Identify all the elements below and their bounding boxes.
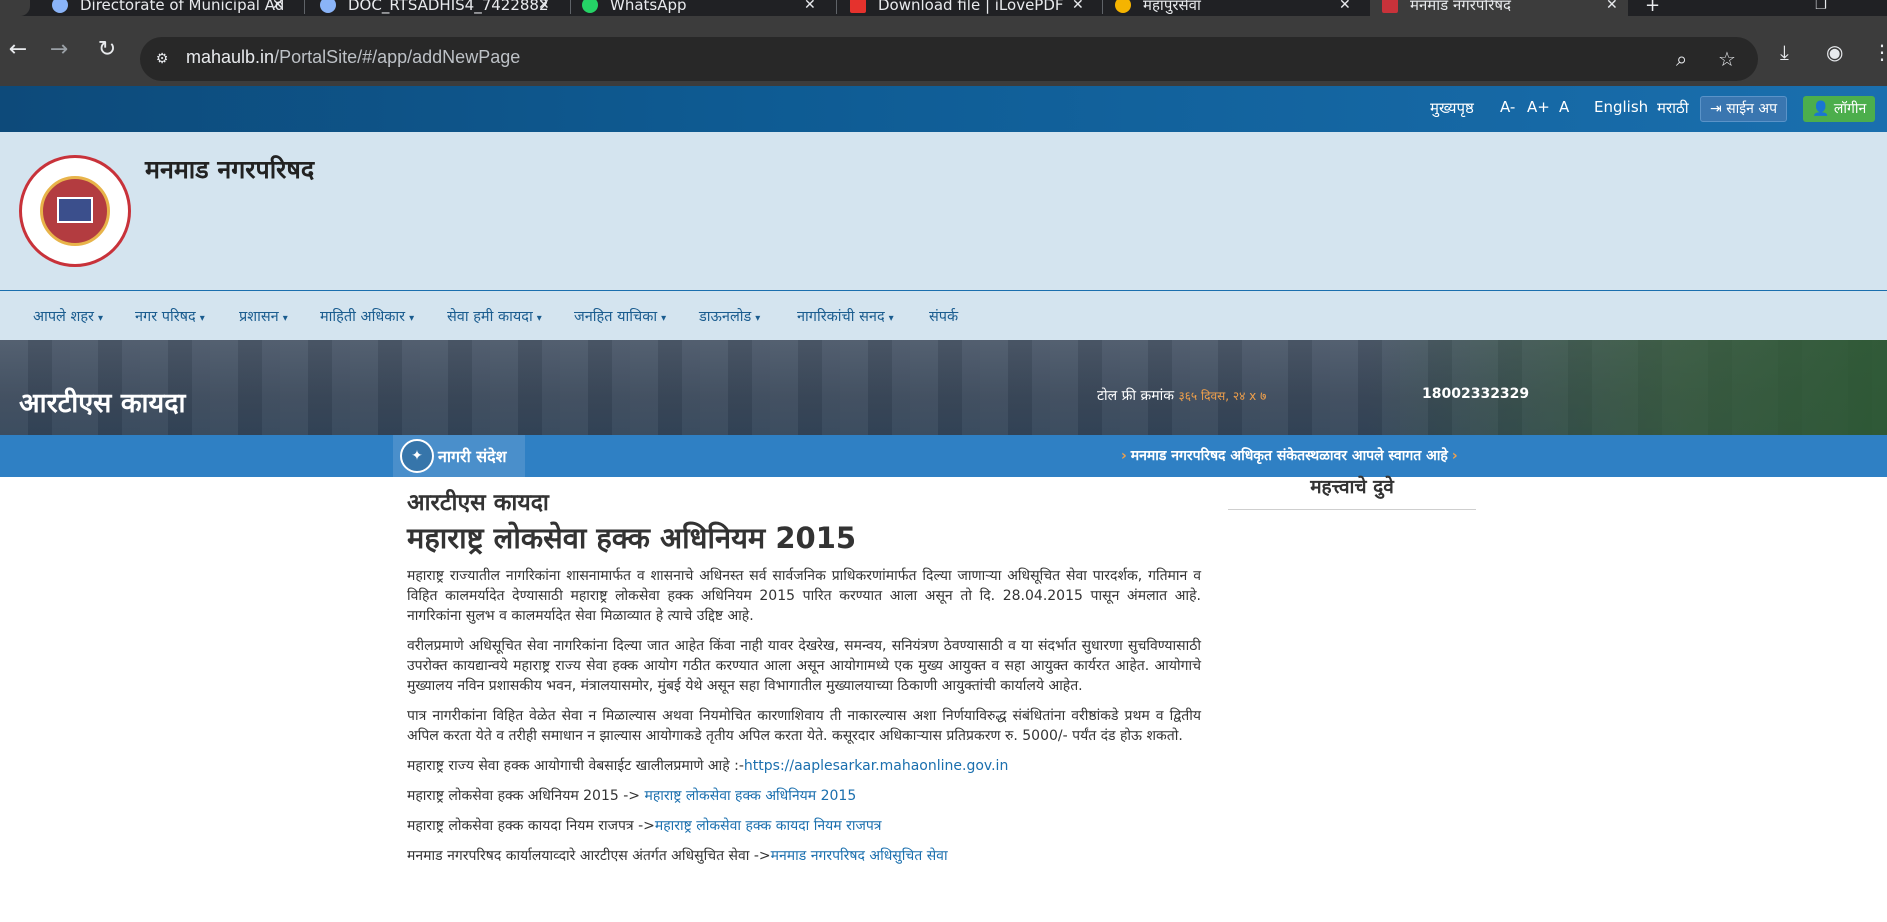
browser-tab-active[interactable]: मनमाड नगरपरिषद ✕ bbox=[1370, 0, 1628, 16]
tollfree-label: टोल फ्री क्रमांक ३६५ दिवस, २४ x ७ bbox=[1097, 388, 1267, 404]
sidebar-title: महत्त्वाचे दुवे bbox=[1228, 473, 1476, 510]
nagari-sandesh-label: ✦ नागरी संदेश bbox=[393, 435, 525, 477]
plus-icon: + bbox=[1645, 0, 1661, 16]
nav-item-samparka[interactable]: संपर्क bbox=[929, 306, 958, 326]
content-heading: आरटीएस कायदा bbox=[407, 490, 549, 516]
news-ticker: ✦ नागरी संदेश › मनमाड नगरपरिषद अधिकृत संक… bbox=[0, 435, 1887, 477]
megaphone-icon: ✦ bbox=[400, 439, 434, 473]
arrow-left-icon: ← bbox=[8, 37, 28, 62]
caret-down-icon: ▾ bbox=[98, 313, 104, 324]
browser-tab-3[interactable]: WhatsApp ✕ bbox=[582, 0, 822, 16]
whatsapp-icon bbox=[582, 0, 598, 13]
caret-down-icon: ▾ bbox=[409, 313, 415, 324]
close-icon[interactable]: ✕ bbox=[538, 0, 550, 13]
tollfree-number[interactable]: 18002332329 bbox=[1422, 386, 1529, 402]
arrow-right-icon: → bbox=[49, 37, 69, 62]
login-button[interactable]: 👤 लॉगीन bbox=[1803, 96, 1876, 122]
nav-item-nagarikanchi-sanad[interactable]: नागरिकांची सनद ▾ bbox=[797, 306, 894, 326]
browser-tab-5[interactable]: महापुरसेवा ✕ bbox=[1115, 0, 1355, 16]
paragraph-3: पात्र नागरीकांना विहित वेळेत सेवा न मिळा… bbox=[407, 708, 1201, 744]
caret-down-icon: ▾ bbox=[536, 313, 542, 324]
banner-page-title: आरटीएस कायदा bbox=[19, 388, 186, 419]
browser-tab-strip: Directorate of Municipal Ad ✕ DOC_RTSADH… bbox=[0, 0, 1887, 16]
lang-english-link[interactable]: English bbox=[1594, 98, 1648, 116]
close-icon[interactable]: ✕ bbox=[1339, 0, 1351, 13]
close-icon[interactable]: ✕ bbox=[1072, 0, 1084, 13]
url-text[interactable]: mahaulb.in/PortalSite/#/app/addNewPage bbox=[186, 47, 520, 68]
menu-dots-icon[interactable]: ⋮ bbox=[1872, 40, 1887, 64]
user-icon: 👤 bbox=[1812, 101, 1830, 117]
act-2015-link[interactable]: महाराष्ट्र लोकसेवा हक्क अधिनियम 2015 bbox=[644, 788, 856, 804]
nav-item-janhit-yachika[interactable]: जनहित याचिका ▾ bbox=[574, 306, 666, 326]
caret-down-icon: ▾ bbox=[199, 313, 205, 324]
caret-down-icon: ▾ bbox=[888, 313, 894, 324]
caret-down-icon: ▾ bbox=[282, 313, 288, 324]
main-content: आरटीएस कायदा महाराष्ट्र लोकसेवा हक्क अधि… bbox=[407, 488, 1201, 866]
site-info-icon[interactable]: ⚙ bbox=[152, 49, 172, 69]
restore-icon: ❐ bbox=[1815, 0, 1827, 13]
browser-tab-2[interactable]: DOC_RTSADHIS4_7422882 ✕ bbox=[320, 0, 560, 16]
site-logo-icon bbox=[1382, 0, 1398, 13]
rules-gazette-link[interactable]: महाराष्ट्र लोकसेवा हक्क कायदा नियम राजपत… bbox=[655, 818, 882, 834]
nav-item-prashasan[interactable]: प्रशासन ▾ bbox=[239, 306, 288, 326]
close-icon[interactable]: ✕ bbox=[272, 0, 284, 13]
close-icon[interactable]: ✕ bbox=[1606, 0, 1618, 13]
notified-services-link[interactable]: मनमाड नगरपरिषद अधिसुचित सेवा bbox=[771, 848, 948, 864]
link-line-notified-services: मनमाड नगरपरिषद कार्यालयाव्दारे आरटीएस अं… bbox=[407, 848, 948, 864]
font-decrease-button[interactable]: A- bbox=[1500, 98, 1515, 116]
bookmark-star-icon[interactable]: ☆ bbox=[1718, 47, 1736, 71]
browser-tab-1[interactable]: Directorate of Municipal Ad ✕ bbox=[52, 0, 292, 16]
globe-icon bbox=[52, 0, 68, 13]
nav-item-nagar-parishad[interactable]: नगर परिषद ▾ bbox=[135, 306, 205, 326]
download-icon[interactable]: ⤓ bbox=[1780, 40, 1789, 64]
browser-toolbar: ← → ↻ ⚙ mahaulb.in/PortalSite/#/app/addN… bbox=[0, 16, 1887, 86]
caret-down-icon: ▾ bbox=[661, 313, 667, 324]
coin-icon bbox=[1115, 0, 1131, 13]
forward-button[interactable]: → bbox=[45, 36, 73, 64]
profile-icon[interactable]: ◉ bbox=[1826, 40, 1843, 64]
globe-icon bbox=[320, 0, 336, 13]
new-tab-button[interactable]: + bbox=[1645, 0, 1660, 16]
important-links-sidebar: महत्त्वाचे दुवे bbox=[1228, 473, 1476, 510]
chevron-right-icon: › bbox=[1451, 448, 1458, 464]
back-button[interactable]: ← bbox=[4, 36, 32, 64]
nav-item-download[interactable]: डाऊनलोड ▾ bbox=[699, 306, 760, 326]
site-header: मनमाड नगरपरिषद bbox=[0, 132, 1887, 290]
ilovepdf-icon bbox=[850, 0, 866, 13]
zoom-icon[interactable]: ⌕ bbox=[1676, 47, 1687, 71]
lang-marathi-link[interactable]: मराठी bbox=[1657, 98, 1689, 118]
paragraph-2: वरीलप्रमाणे अधिसूचित सेवा नागरिकांना दिल… bbox=[407, 638, 1201, 694]
address-bar[interactable]: ⚙ mahaulb.in/PortalSite/#/app/addNewPage… bbox=[140, 37, 1758, 81]
municipal-seal-logo[interactable] bbox=[19, 155, 131, 267]
site-title: मनमाड नगरपरिषद bbox=[145, 155, 315, 184]
tab-search-icon[interactable] bbox=[0, 0, 30, 16]
chevron-right-icon: › bbox=[1121, 448, 1127, 464]
sign-in-icon: ⇥ bbox=[1710, 101, 1722, 117]
close-icon[interactable]: ✕ bbox=[804, 0, 816, 13]
reload-icon: ↻ bbox=[97, 37, 117, 62]
browser-tab-4[interactable]: Download file | iLovePDF ✕ bbox=[850, 0, 1090, 16]
paragraph-1: महाराष्ट्र राज्यातील नागरिकांना शासनामार… bbox=[407, 568, 1201, 624]
font-reset-button[interactable]: A bbox=[1559, 98, 1569, 116]
aaplesarkar-link[interactable]: https://aaplesarkar.mahaonline.gov.in bbox=[744, 758, 1008, 774]
site-top-bar: मुख्यपृष्ठ A- A+ A English मराठी ⇥ साईन … bbox=[0, 86, 1887, 132]
font-increase-button[interactable]: A+ bbox=[1527, 98, 1550, 116]
link-line-website: महाराष्ट्र राज्य सेवा हक्क आयोगाची वेबसा… bbox=[407, 758, 1009, 774]
home-link[interactable]: मुख्यपृष्ठ bbox=[1430, 98, 1474, 118]
nav-item-mahiti-adhikar[interactable]: माहिती अधिकार ▾ bbox=[320, 306, 414, 326]
reload-button[interactable]: ↻ bbox=[93, 36, 121, 64]
window-restore-button[interactable]: ❐ bbox=[1815, 0, 1827, 16]
nav-item-aaple-shahar[interactable]: आपले शहर ▾ bbox=[33, 306, 103, 326]
caret-down-icon: ▾ bbox=[755, 313, 761, 324]
page-banner: आरटीएस कायदा टोल फ्री क्रमांक ३६५ दिवस, … bbox=[0, 340, 1887, 435]
nav-item-seva-hami-kayda[interactable]: सेवा हमी कायदा ▾ bbox=[447, 306, 542, 326]
tab-menu[interactable] bbox=[0, 0, 30, 16]
main-navigation: आपले शहर ▾ नगर परिषद ▾ प्रशासन ▾ माहिती अधि… bbox=[0, 290, 1887, 340]
ticker-message[interactable]: › मनमाड नगरपरिषद अधिकृत संकेतस्थळावर आपले… bbox=[1117, 446, 1462, 465]
act-title: महाराष्ट्र लोकसेवा हक्क अधिनियम 2015 bbox=[407, 521, 857, 555]
signup-button[interactable]: ⇥ साईन अप bbox=[1700, 96, 1788, 122]
link-line-act: महाराष्ट्र लोकसेवा हक्क अधिनियम 2015 -> … bbox=[407, 788, 857, 804]
link-line-gazette: महाराष्ट्र लोकसेवा हक्क कायदा नियम राजपत… bbox=[407, 818, 882, 834]
